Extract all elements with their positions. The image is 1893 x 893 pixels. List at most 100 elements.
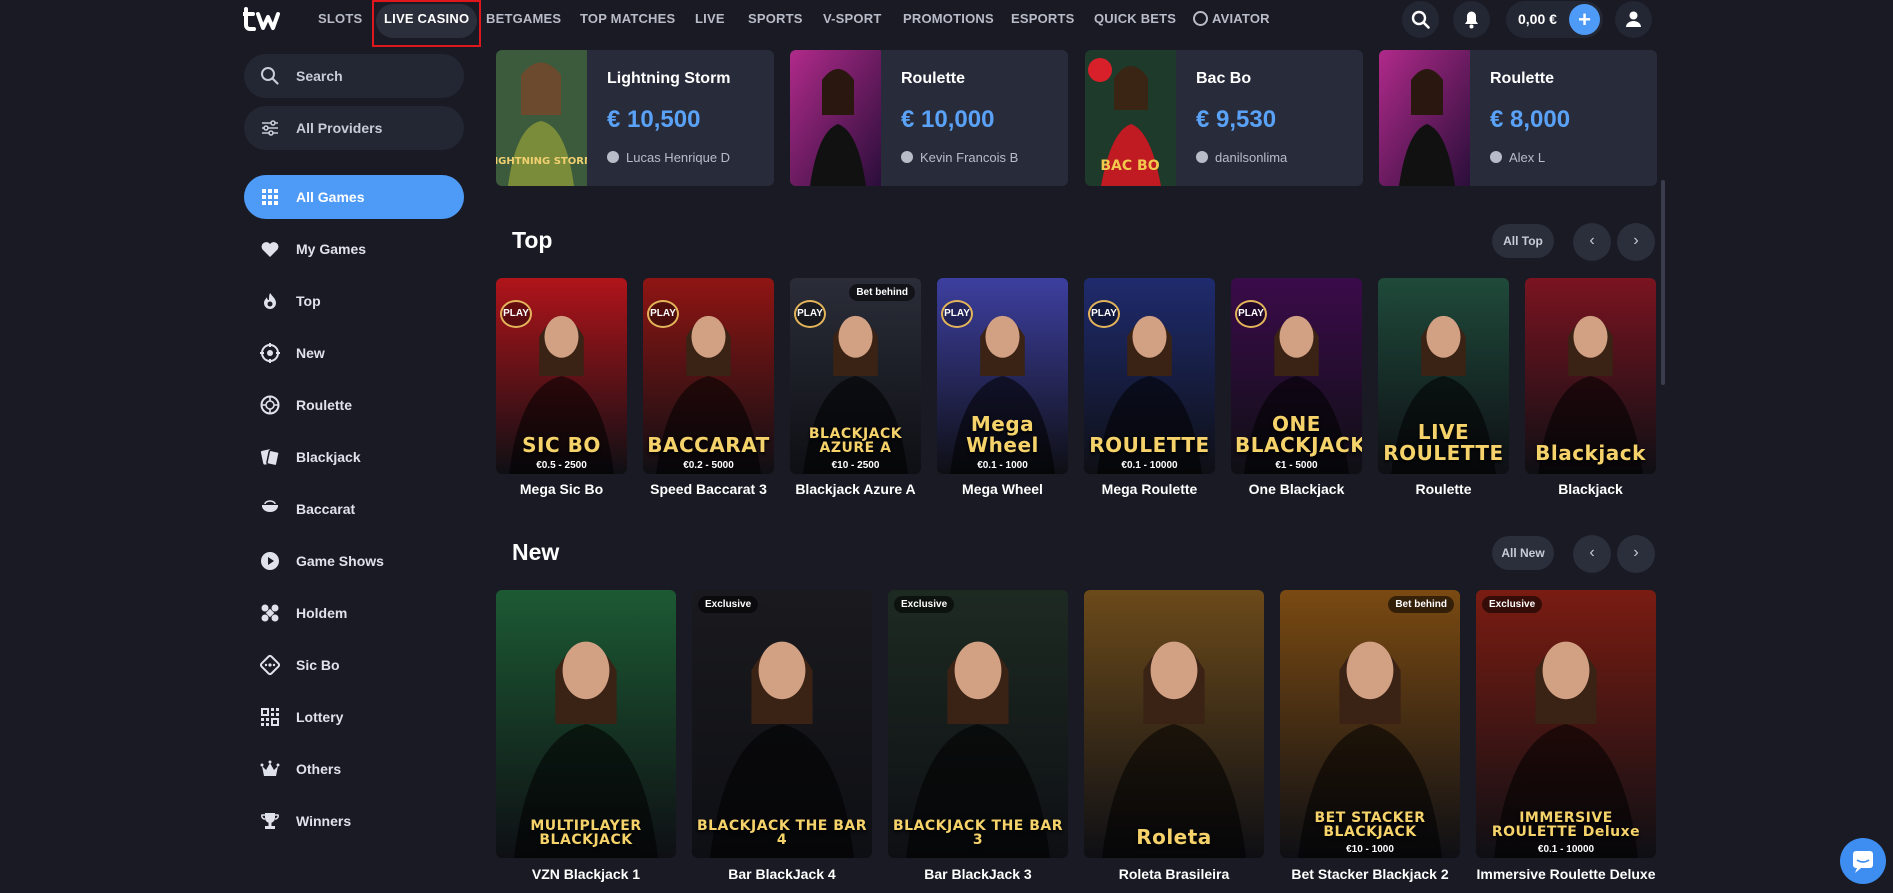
game-name[interactable]: Speed Baccarat 3	[643, 481, 774, 497]
game-name[interactable]: Mega Roulette	[1084, 481, 1215, 497]
winner-username: Kevin Francois B	[920, 150, 1019, 165]
game-name[interactable]: Bet Stacker Blackjack 2	[1280, 866, 1460, 882]
game-card[interactable]: Blackjack	[1525, 278, 1656, 474]
sidebar-all-providers[interactable]: All Providers	[244, 106, 464, 150]
nav-promotions[interactable]: PROMOTIONS	[903, 0, 994, 38]
game-name[interactable]: Mega Sic Bo	[496, 481, 627, 497]
game-name[interactable]: Blackjack Azure A	[790, 481, 921, 497]
nav-v-sport[interactable]: V-SPORT	[823, 0, 881, 38]
balance-pill[interactable]: 0,00 € +	[1506, 1, 1603, 38]
nav-slots[interactable]: SLOTS	[318, 0, 362, 38]
game-card[interactable]: Exclusive IMMERSIVE ROULETTE Deluxe €0.1 -…	[1476, 590, 1656, 858]
tw-logo[interactable]	[243, 5, 289, 33]
game-art-title: BLACKJACK AZURE A	[808, 425, 903, 457]
all-top-button[interactable]: All Top	[1492, 224, 1554, 258]
play-badge: PLAY	[647, 300, 679, 328]
game-card[interactable]: PLAY ROULETTE €0.1 - 10000	[1084, 278, 1215, 474]
game-art-title: LIVE ROULETTE	[1383, 420, 1504, 465]
winner-game-thumbnail: LIGHTNING STORM	[496, 50, 587, 186]
game-art-title: Blackjack	[1535, 441, 1646, 465]
account-button[interactable]	[1615, 1, 1652, 38]
bet-limit: €1 - 5000	[1275, 460, 1318, 471]
sidebar-item-label: Baccarat	[296, 501, 356, 517]
new-next-button[interactable]: ›	[1617, 535, 1655, 573]
game-card[interactable]: PLAY SIC BO €0.5 - 2500	[496, 278, 627, 474]
game-card[interactable]: MULTIPLAYER BLACKJACK	[496, 590, 676, 858]
sidebar-item-all-games[interactable]: All Games	[244, 175, 464, 219]
game-name[interactable]: Bar BlackJack 3	[888, 866, 1068, 882]
game-name[interactable]: VZN Blackjack 1	[496, 866, 676, 882]
deposit-plus-button[interactable]: +	[1569, 4, 1600, 35]
game-card[interactable]: PLAY ONE BLACKJACK €1 - 5000	[1231, 278, 1362, 474]
top-prev-button[interactable]: ‹	[1573, 223, 1611, 261]
game-card[interactable]: PLAY BACCARAT €0.2 - 5000	[643, 278, 774, 474]
game-name[interactable]: One Blackjack	[1231, 481, 1362, 497]
sidebar-item-my-games[interactable]: My Games	[244, 227, 464, 271]
sidebar-item-roulette[interactable]: Roulette	[244, 383, 464, 427]
game-card[interactable]: LIVE ROULETTE	[1378, 278, 1509, 474]
game-name[interactable]: Roleta Brasileira	[1084, 866, 1264, 882]
dice-icon	[259, 654, 281, 676]
game-name[interactable]: Blackjack	[1525, 481, 1656, 497]
game-card[interactable]: PLAY Bet behind BLACKJACK AZURE A €10 - 250…	[790, 278, 921, 474]
game-name[interactable]: Roulette	[1378, 481, 1509, 497]
sidebar-item-new[interactable]: New	[244, 331, 464, 375]
all-new-button[interactable]: All New	[1492, 536, 1554, 570]
sidebar-search-label: Search	[296, 68, 343, 84]
sidebar-item-holdem[interactable]: Holdem	[244, 591, 464, 635]
winner-amount: € 9,530	[1196, 106, 1277, 133]
nav-quick-bets[interactable]: QUICK BETS	[1094, 0, 1176, 38]
sidebar-item-label: All Games	[296, 189, 365, 205]
nav-aviator-label: AVIATOR	[1212, 11, 1270, 26]
winner-card[interactable]: Roulette € 10,000 Kevin Francois B	[790, 50, 1068, 186]
game-card[interactable]: Exclusive BLACKJACK THE BAR 4	[692, 590, 872, 858]
winner-card[interactable]: BAC BO Bac Bo € 9,530 danilsonlima	[1085, 50, 1363, 186]
cards-icon	[260, 449, 280, 467]
scrollbar-thumb[interactable]	[1661, 180, 1665, 385]
winner-card[interactable]: Roulette € 8,000 Alex L	[1379, 50, 1657, 186]
chat-button[interactable]	[1840, 838, 1886, 884]
game-name[interactable]: Mega Wheel	[937, 481, 1068, 497]
thumb-title: LIGHTNING STORM	[496, 156, 587, 167]
search-button[interactable]	[1402, 1, 1439, 38]
nav-top-matches[interactable]: TOP MATCHES	[580, 0, 675, 38]
nav-betgames[interactable]: BETGAMES	[486, 0, 561, 38]
winner-game-thumbnail: BAC BO	[1085, 50, 1176, 186]
nav-esports[interactable]: ESPORTS	[1011, 0, 1075, 38]
sidebar-item-top[interactable]: Top	[244, 279, 464, 323]
bet-limit: €10 - 1000	[1346, 844, 1394, 855]
winner-user: Kevin Francois B	[901, 150, 1018, 165]
winner-username: danilsonlima	[1215, 150, 1288, 165]
sidebar-item-baccarat[interactable]: Baccarat	[244, 487, 464, 531]
sidebar-item-others[interactable]: Others	[244, 747, 464, 791]
game-card[interactable]: Bet behind BET STACKER BLACKJACK €10 - 100…	[1280, 590, 1460, 858]
game-name[interactable]: Immersive Roulette Deluxe	[1476, 866, 1656, 882]
sidebar-item-sic-bo[interactable]: Sic Bo	[244, 643, 464, 687]
game-name[interactable]: Bar BlackJack 4	[692, 866, 872, 882]
game-card[interactable]: Exclusive BLACKJACK THE BAR 3	[888, 590, 1068, 858]
winner-card[interactable]: LIGHTNING STORM Lightning Storm € 10,500…	[496, 50, 774, 186]
bell-icon	[1465, 11, 1478, 29]
sidebar-item-game-shows[interactable]: Game Shows	[244, 539, 464, 583]
winner-game-thumbnail	[790, 50, 881, 186]
nav-sports[interactable]: SPORTS	[748, 0, 803, 38]
game-art-title: BET STACKER BLACKJACK	[1314, 809, 1426, 841]
sidebar-item-winners[interactable]: Winners	[244, 799, 464, 843]
nav-live-casino[interactable]: LIVE CASINO	[384, 0, 469, 38]
winner-user: Alex L	[1490, 150, 1545, 165]
nav-aviator[interactable]: AVIATOR	[1193, 0, 1270, 38]
sidebar-search[interactable]: Search	[244, 54, 464, 98]
game-card[interactable]: PLAY Mega Wheel €0.1 - 1000	[937, 278, 1068, 474]
game-card[interactable]: Roleta	[1084, 590, 1264, 858]
new-badge-icon	[260, 343, 280, 363]
scrollbar-track[interactable]	[1661, 50, 1665, 893]
notifications-button[interactable]	[1453, 1, 1490, 38]
top-next-button[interactable]: ›	[1617, 223, 1655, 261]
heart-icon	[261, 242, 279, 257]
winner-game-name: Roulette	[1490, 70, 1554, 87]
new-prev-button[interactable]: ‹	[1573, 535, 1611, 573]
sidebar-item-lottery[interactable]: Lottery	[244, 695, 464, 739]
bet-limit: €0.1 - 10000	[1537, 844, 1595, 855]
nav-live[interactable]: LIVE	[695, 0, 725, 38]
sidebar-item-blackjack[interactable]: Blackjack	[244, 435, 464, 479]
